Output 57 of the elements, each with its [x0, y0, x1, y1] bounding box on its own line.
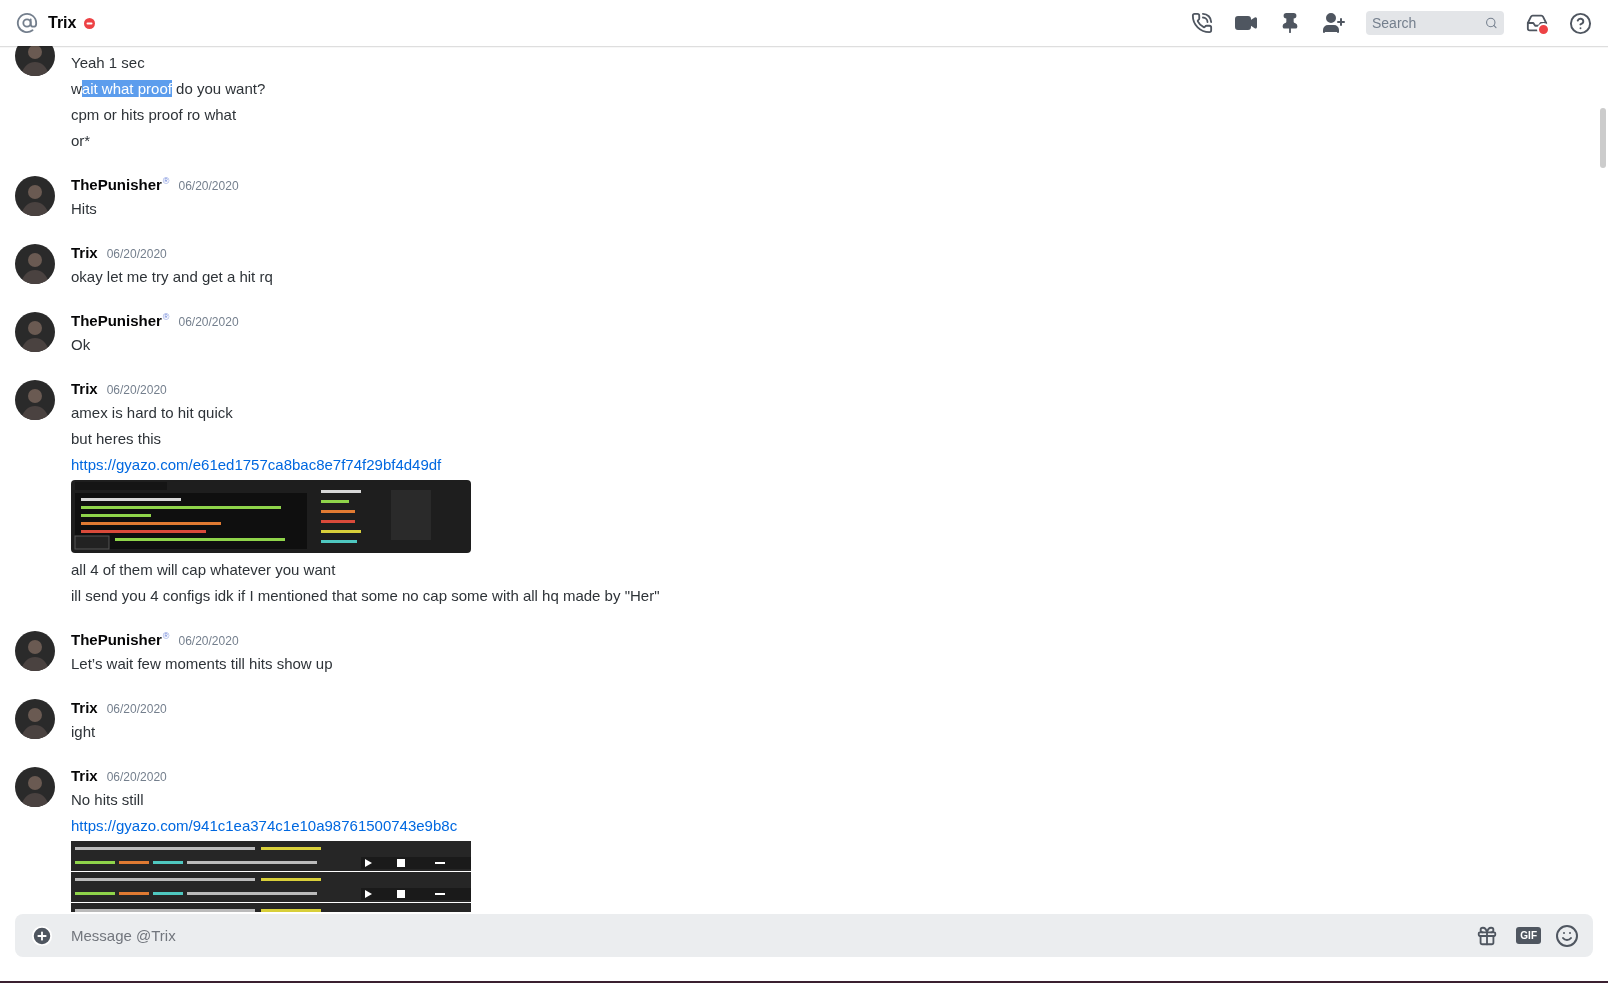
role-mark: ® [162, 311, 170, 324]
username[interactable]: ThePunisher [71, 629, 162, 651]
timestamp: 06/20/2020 [106, 246, 167, 263]
username[interactable]: Trix [71, 242, 98, 264]
channel-title: Trix [48, 14, 77, 32]
username[interactable]: ThePunisher [71, 310, 162, 332]
avatar[interactable] [15, 631, 55, 671]
message-text: ill send you 4 configs idk if I mentioned that some no cap some with all hq made by "Her" [71, 586, 660, 606]
avatar[interactable] [15, 176, 55, 216]
message-text: Yeah 1 sec [71, 53, 146, 73]
message-text: Let’s wait few moments till hits show up [71, 654, 333, 674]
message-text: No hits still [71, 790, 145, 810]
avatar[interactable] [15, 380, 55, 420]
avatar[interactable] [15, 46, 55, 76]
timestamp: 06/20/2020 [178, 633, 239, 650]
help-icon[interactable] [1569, 11, 1592, 35]
username[interactable]: ThePunisher [71, 174, 162, 196]
role-mark: ® [162, 630, 170, 643]
inbox-icon[interactable] [1526, 12, 1548, 34]
role-mark: ® [162, 175, 170, 188]
search-field[interactable]: Search [1366, 11, 1504, 35]
gif-button[interactable]: GIF [1516, 927, 1541, 944]
timestamp: 06/20/2020 [178, 178, 239, 195]
username[interactable]: Trix [71, 697, 98, 719]
avatar[interactable] [15, 699, 55, 739]
message-input[interactable]: Message @Trix [69, 926, 1477, 945]
add-friend-icon[interactable] [1322, 11, 1346, 35]
message-text: cpm or hits proof ro what [71, 105, 238, 125]
search-input[interactable]: Search [1372, 15, 1486, 31]
timestamp: 06/20/2020 [106, 382, 167, 399]
search-icon [1485, 16, 1498, 30]
message-text: ight [71, 722, 97, 742]
add-attachment-icon[interactable] [31, 924, 53, 947]
message-text: amex is hard to hit quick [71, 403, 234, 423]
avatar[interactable] [15, 244, 55, 284]
message-link[interactable]: https://gyazo.com/941c1ea374c1e10a98761500743e9b8c [71, 813, 458, 839]
do-not-disturb-icon [84, 17, 96, 29]
message-text: Hits [71, 199, 98, 219]
message-field[interactable]: Message @Trix GIF [15, 914, 1593, 957]
message-text: or* [71, 131, 92, 151]
timestamp: 06/20/2020 [178, 314, 239, 331]
username[interactable]: Trix [71, 765, 98, 787]
avatar[interactable] [15, 767, 55, 807]
timestamp: 06/20/2020 [106, 701, 167, 718]
at-sign-icon [16, 12, 38, 34]
message-text: okay let me try and get a hit rq [71, 267, 273, 287]
scrollbar-thumb[interactable] [1600, 108, 1606, 168]
emoji-icon[interactable] [1555, 923, 1579, 948]
message-text: Ok [71, 335, 92, 355]
message-text: but heres this [71, 429, 163, 449]
gift-icon[interactable] [1476, 924, 1499, 947]
message-text: all 4 of them will cap whatever you want [71, 560, 337, 580]
timestamp: 06/20/2020 [106, 769, 167, 786]
message-link[interactable]: https://gyazo.com/e61ed1757ca8bac8e7f74f29bf4d49df [71, 452, 442, 478]
phone-call-icon[interactable] [1191, 12, 1213, 34]
avatar[interactable] [15, 312, 55, 352]
username[interactable]: Trix [71, 378, 98, 400]
